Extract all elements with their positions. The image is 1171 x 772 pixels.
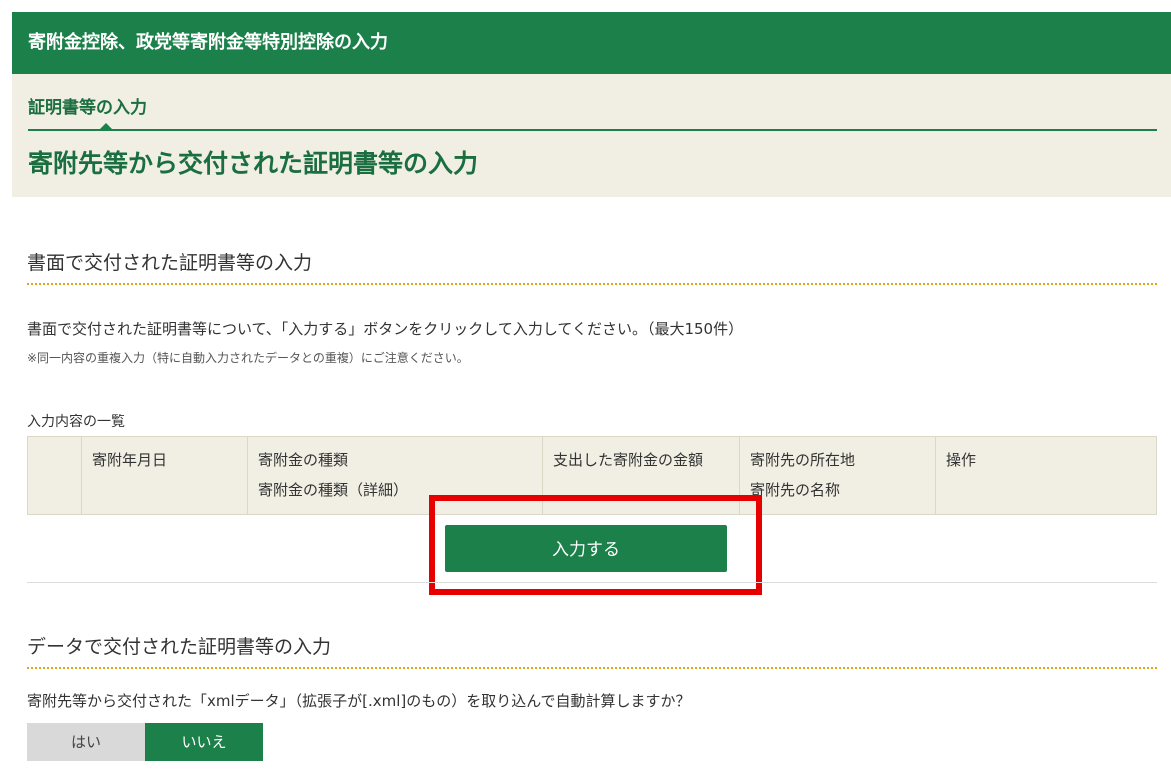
list-caption: 入力内容の一覧: [27, 414, 125, 430]
table-header-address-label: 寄附先の所在地: [750, 451, 856, 469]
paper-section-divider: [27, 283, 1157, 285]
page-heading-panel: 証明書等の入力 寄附先等から交付された証明書等の入力: [12, 74, 1171, 197]
table-header-date-label: 寄附年月日: [92, 451, 168, 469]
page-title: 寄附先等から交付された証明書等の入力: [28, 149, 479, 178]
table-header-type-detail-label: 寄附金の種類（詳細）: [258, 481, 409, 499]
table-header-date: 寄附年月日: [81, 436, 248, 515]
no-option-button[interactable]: いいえ: [145, 723, 263, 761]
table-header-recipient: 寄附先の所在地 寄附先の名称: [739, 436, 936, 515]
section-separator: [27, 582, 1157, 583]
step-divider: [28, 129, 1157, 131]
xml-import-question: 寄附先等から交付された「xmlデータ」（拡張子が[.xml]のもの）を取り込んで…: [27, 692, 691, 710]
table-header-amount-label: 支出した寄附金の金額: [553, 451, 704, 469]
table-header-row: 寄附年月日 寄附金の種類 寄附金の種類（詳細） 支出した寄附金の金額 寄附先の所…: [27, 436, 1157, 515]
table-header-action: 操作: [935, 436, 1157, 515]
table-header-action-label: 操作: [946, 451, 977, 469]
certificate-list-table: 寄附年月日 寄附金の種類 寄附金の種類（詳細） 支出した寄附金の金額 寄附先の所…: [27, 436, 1157, 515]
table-header-type: 寄附金の種類 寄附金の種類（詳細）: [247, 436, 543, 515]
input-button[interactable]: 入力する: [445, 525, 727, 572]
data-section-title: データで交付された証明書等の入力: [27, 636, 332, 658]
data-section-divider: [27, 667, 1157, 669]
table-header-type-label: 寄附金の種類: [258, 451, 349, 469]
duplicate-warning-note: ※同一内容の重複入力（特に自動入力されたデータとの重複）にご注意ください。: [27, 351, 469, 365]
table-header-amount: 支出した寄附金の金額: [542, 436, 740, 515]
paper-section-description: 書面で交付された証明書等について、「入力する」ボタンをクリックして入力してくださ…: [27, 320, 744, 338]
paper-section-title: 書面で交付された証明書等の入力: [27, 252, 313, 274]
step-indicator-label: 証明書等の入力: [28, 98, 147, 118]
yes-option-button[interactable]: はい: [27, 723, 145, 761]
screen-header-title: 寄附金控除、政党等寄附金等特別控除の入力: [12, 12, 1171, 74]
table-header-name-label: 寄附先の名称: [750, 481, 841, 499]
table-header-select: [27, 436, 82, 515]
